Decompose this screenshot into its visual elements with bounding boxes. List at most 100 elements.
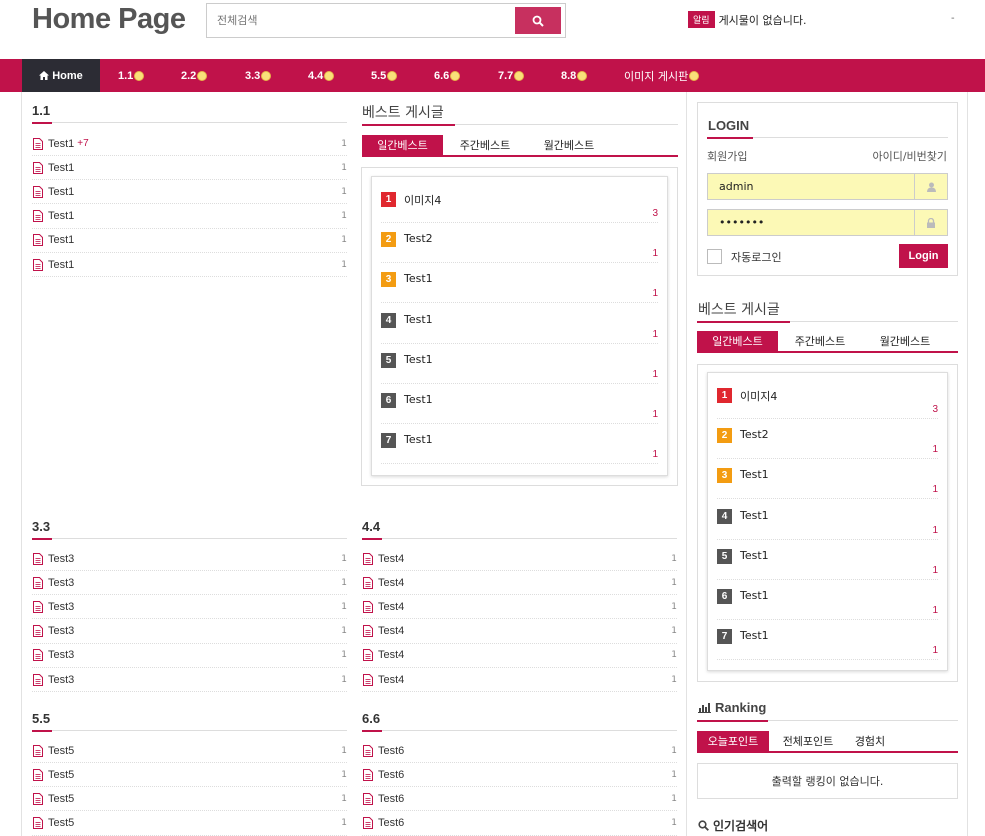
best-item-title[interactable]: Test1 [740, 509, 769, 522]
best-item-title[interactable]: Test2 [404, 232, 433, 245]
auto-login-checkbox[interactable] [707, 249, 722, 264]
best-item[interactable]: 1 이미지4 3 [381, 183, 658, 223]
post-title[interactable]: Test3 [48, 601, 74, 613]
tab-daily-best[interactable]: 일간베스트 [697, 331, 778, 351]
tab-total-points[interactable]: 전체포인트 [773, 731, 843, 751]
best-item[interactable]: 6 Test1 1 [717, 580, 938, 620]
post-item[interactable]: Test4 1 [362, 644, 677, 668]
post-title[interactable]: Test5 [48, 769, 74, 781]
post-item[interactable]: Test6 1 [362, 739, 677, 763]
post-item[interactable]: Test5 1 [32, 763, 347, 788]
find-account-link[interactable]: 아이디/비번찾기 [872, 148, 947, 164]
best-item[interactable]: 7 Test1 1 [717, 620, 938, 661]
post-title[interactable]: Test3 [48, 625, 74, 637]
password-input[interactable] [708, 210, 915, 235]
best-item-title[interactable]: Test1 [404, 433, 433, 446]
post-title[interactable]: Test3 [48, 553, 74, 565]
post-item[interactable]: Test4 1 [362, 547, 677, 571]
post-item[interactable]: Test3 1 [32, 668, 347, 692]
best-item-title[interactable]: Test1 [740, 629, 769, 642]
post-title[interactable]: Test1 [48, 259, 74, 271]
board-title-5-5[interactable]: 5.5 [32, 711, 50, 726]
join-link[interactable]: 회원가입 [707, 148, 747, 164]
best-item-title[interactable]: 이미지4 [740, 388, 777, 404]
best-item-title[interactable]: 이미지4 [404, 192, 441, 208]
post-item[interactable]: Test4 1 [362, 595, 677, 620]
best-item-title[interactable]: Test1 [740, 589, 769, 602]
best-item[interactable]: 3 Test1 1 [381, 263, 658, 304]
post-title[interactable]: Test5 [48, 793, 74, 805]
nav-item-6-6[interactable]: 6.6 [434, 59, 461, 92]
post-item[interactable]: Test1 1 [32, 229, 347, 253]
best-item[interactable]: 1 이미지4 3 [717, 379, 938, 419]
nav-item-4-4[interactable]: 4.4 [308, 59, 335, 92]
post-title[interactable]: Test1 [48, 186, 74, 198]
post-title[interactable]: Test3 [48, 649, 74, 661]
post-title[interactable]: Test3 [48, 577, 74, 589]
site-logo[interactable]: Home Page [32, 3, 186, 36]
post-item[interactable]: Test5 1 [32, 739, 347, 763]
post-item[interactable]: Test1 1 [32, 253, 347, 277]
best-item-title[interactable]: Test1 [404, 272, 433, 285]
post-title[interactable]: Test1 [48, 138, 74, 150]
post-item[interactable]: Test1 +7 1 [32, 132, 347, 156]
post-title[interactable]: Test1 [48, 162, 74, 174]
notice-text[interactable]: 게시물이 없습니다. [719, 12, 807, 28]
tab-experience[interactable]: 경험치 [845, 731, 895, 751]
best-item-title[interactable]: Test2 [740, 428, 769, 441]
post-item[interactable]: Test5 1 [32, 812, 347, 836]
tab-weekly-best[interactable]: 주간베스트 [783, 331, 857, 351]
post-title[interactable]: Test4 [378, 577, 404, 589]
post-item[interactable]: Test1 1 [32, 156, 347, 181]
tab-monthly-best[interactable]: 월간베스트 [868, 331, 942, 351]
post-item[interactable]: Test3 1 [32, 595, 347, 620]
post-item[interactable]: Test6 1 [362, 787, 677, 812]
nav-item-image-board[interactable]: 이미지 게시판 [624, 59, 700, 92]
post-item[interactable]: Test3 1 [32, 571, 347, 596]
post-item[interactable]: Test4 1 [362, 668, 677, 692]
nav-item-8-8[interactable]: 8.8 [561, 59, 588, 92]
best-item[interactable]: 5 Test1 1 [717, 540, 938, 580]
post-item[interactable]: Test4 1 [362, 571, 677, 596]
best-item-title[interactable]: Test1 [740, 549, 769, 562]
nav-item-5-5[interactable]: 5.5 [371, 59, 398, 92]
post-title[interactable]: Test6 [378, 793, 404, 805]
best-item[interactable]: 2 Test2 1 [381, 223, 658, 264]
tab-weekly-best[interactable]: 주간베스트 [448, 135, 522, 155]
board-title-6-6[interactable]: 6.6 [362, 711, 380, 726]
post-item[interactable]: Test6 1 [362, 812, 677, 836]
board-title-1-1[interactable]: 1.1 [32, 103, 50, 118]
post-item[interactable]: Test6 1 [362, 763, 677, 788]
post-item[interactable]: Test3 1 [32, 547, 347, 571]
post-item[interactable]: Test1 1 [32, 205, 347, 229]
post-title[interactable]: Test4 [378, 553, 404, 565]
post-item[interactable]: Test5 1 [32, 787, 347, 812]
board-title-4-4[interactable]: 4.4 [362, 519, 380, 534]
best-item[interactable]: 7 Test1 1 [381, 424, 658, 465]
best-item[interactable]: 4 Test1 1 [717, 500, 938, 540]
post-item[interactable]: Test3 1 [32, 644, 347, 668]
search-input[interactable] [207, 4, 513, 37]
best-item-title[interactable]: Test1 [740, 468, 769, 481]
best-item[interactable]: 4 Test1 1 [381, 304, 658, 344]
best-item[interactable]: 5 Test1 1 [381, 344, 658, 384]
nav-item-3-3[interactable]: 3.3 [245, 59, 272, 92]
tab-monthly-best[interactable]: 월간베스트 [532, 135, 606, 155]
best-item-title[interactable]: Test1 [404, 353, 433, 366]
best-item[interactable]: 2 Test2 1 [717, 419, 938, 460]
tab-today-points[interactable]: 오늘포인트 [697, 731, 769, 751]
auto-login-label[interactable]: 자동로그인 [731, 249, 782, 265]
best-item-title[interactable]: Test1 [404, 393, 433, 406]
best-item[interactable]: 3 Test1 1 [717, 459, 938, 500]
login-button[interactable]: Login [899, 244, 948, 268]
post-title[interactable]: Test1 [48, 234, 74, 246]
nav-item-2-2[interactable]: 2.2 [181, 59, 208, 92]
best-item-title[interactable]: Test1 [404, 313, 433, 326]
search-button[interactable] [515, 7, 561, 34]
board-title-3-3[interactable]: 3.3 [32, 519, 50, 534]
post-title[interactable]: Test5 [48, 817, 74, 829]
nav-home[interactable]: Home [22, 59, 100, 92]
post-title[interactable]: Test4 [378, 625, 404, 637]
post-item[interactable]: Test3 1 [32, 620, 347, 644]
post-title[interactable]: Test6 [378, 769, 404, 781]
